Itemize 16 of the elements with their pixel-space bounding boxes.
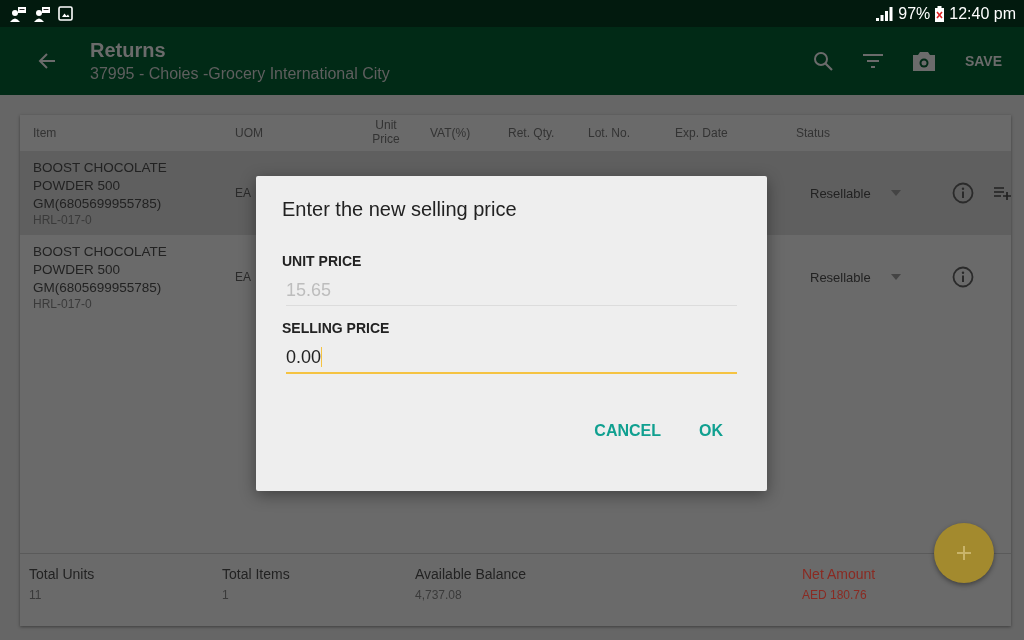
total-label: Available Balance	[415, 566, 528, 582]
dialog-title: Enter the new selling price	[282, 198, 518, 221]
field-label: SELLING PRICE	[282, 320, 391, 336]
total-label: Total Units	[29, 566, 96, 582]
total-value: AED 180.76	[802, 588, 868, 602]
field-label: UNIT PRICE	[282, 253, 363, 269]
total-label: Total Items	[222, 566, 291, 582]
item-name: BOOST CHOCOLATE POWDER 500 GM(6805699955785)	[33, 159, 168, 213]
clock: 12:40 pm	[949, 4, 1016, 23]
column-header: Status	[796, 126, 832, 140]
screen-subtitle: 37995 - Choies -Grocery International City	[90, 65, 391, 83]
item-name: BOOST CHOCOLATE POWDER 500 GM(6805699955785)	[33, 243, 168, 297]
total-label: Net Amount	[802, 566, 877, 582]
battery-percent: 97%	[898, 4, 931, 23]
screen-title: Returns	[90, 39, 167, 62]
uom-cell-text: EA	[235, 270, 252, 284]
